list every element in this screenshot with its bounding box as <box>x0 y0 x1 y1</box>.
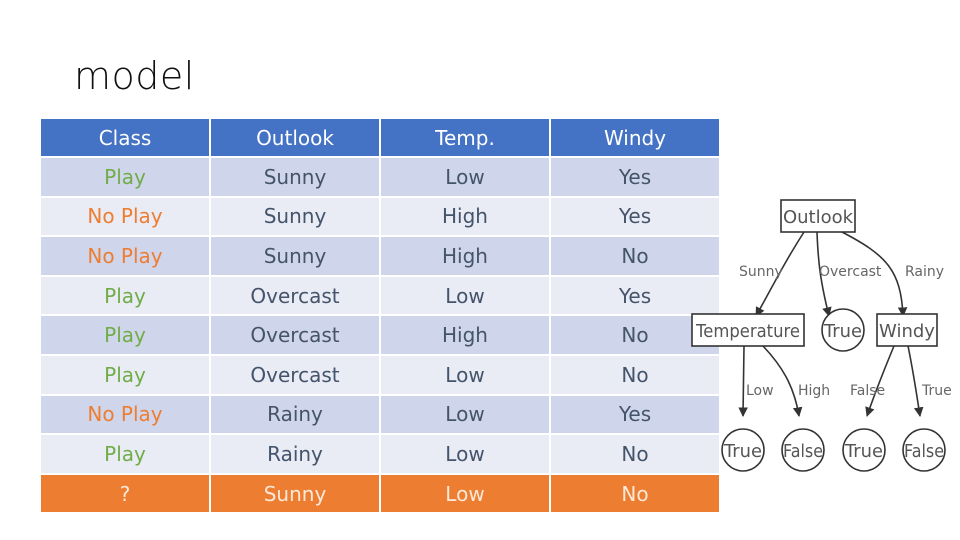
table-header-row: Class Outlook Temp. Windy <box>41 119 719 156</box>
cell-temp: High <box>381 197 549 236</box>
cell-temp: Low <box>381 395 549 434</box>
cell-outlook: Overcast <box>211 276 379 315</box>
weather-table: Class Outlook Temp. Windy Play Sunny Low Ye… <box>39 117 721 514</box>
table-row: Play Overcast High No <box>41 316 719 354</box>
edge-low <box>738 345 748 417</box>
cell-outlook: Overcast <box>211 316 379 354</box>
cell-temp: High <box>381 316 549 354</box>
cell-outlook: Sunny <box>211 158 379 196</box>
cell-temp: Low <box>381 355 549 394</box>
table-row: No Play Sunny High No <box>41 237 719 275</box>
query-cell-outlook: Sunny <box>211 474 379 513</box>
header-outlook: Outlook <box>211 119 379 156</box>
cell-class: Play <box>41 316 209 354</box>
header-class: Class <box>41 119 209 156</box>
table-row: Play Overcast Low Yes <box>41 276 719 315</box>
cell-temp: Low <box>381 158 549 196</box>
edge-true <box>907 345 924 417</box>
query-cell-temp: Low <box>381 474 549 513</box>
leaf-1: True <box>723 441 762 462</box>
node-windy: Windy <box>879 321 935 342</box>
label-sunny: Sunny <box>739 264 783 280</box>
node-outlook: Outlook <box>783 207 854 228</box>
node-true-overcast: True <box>823 321 862 342</box>
cell-class: No Play <box>41 395 209 434</box>
table-row: Play Overcast Low No <box>41 355 719 394</box>
cell-temp: High <box>381 237 549 275</box>
table-row: No Play Rainy Low Yes <box>41 395 719 434</box>
query-cell-class: ? <box>41 474 209 513</box>
edge-false <box>865 345 895 417</box>
cell-outlook: Sunny <box>211 237 379 275</box>
cell-class: No Play <box>41 197 209 236</box>
label-overcast: Overcast <box>819 264 882 280</box>
cell-outlook: Rainy <box>211 395 379 434</box>
leaf-2: False <box>783 441 823 462</box>
label-false: False <box>850 383 885 399</box>
cell-class: Play <box>41 158 209 196</box>
decision-tree: Sunny Overcast Rainy Low High False True… <box>691 199 952 472</box>
label-high: High <box>798 383 830 399</box>
cell-outlook: Sunny <box>211 197 379 236</box>
leaf-4: False <box>904 441 944 462</box>
cell-temp: Low <box>381 276 549 315</box>
cell-outlook: Overcast <box>211 355 379 394</box>
header-windy: Windy <box>551 119 719 156</box>
slide-title: model <box>74 54 195 98</box>
header-temp: Temp. <box>381 119 549 156</box>
label-rainy: Rainy <box>905 264 944 280</box>
query-cell-windy: No <box>551 474 719 513</box>
table-row: No Play Sunny High Yes <box>41 197 719 236</box>
table-row: Play Rainy Low No <box>41 435 719 473</box>
table-row: Play Sunny Low Yes <box>41 158 719 196</box>
query-row: ? Sunny Low No <box>41 474 719 513</box>
label-true: True <box>921 383 952 399</box>
cell-class: Play <box>41 435 209 473</box>
cell-class: Play <box>41 355 209 394</box>
edge-high <box>762 345 803 417</box>
cell-class: No Play <box>41 237 209 275</box>
cell-outlook: Rainy <box>211 435 379 473</box>
cell-class: Play <box>41 276 209 315</box>
cell-temp: Low <box>381 435 549 473</box>
leaf-3: True <box>844 441 883 462</box>
node-temperature: Temperature <box>695 321 800 342</box>
label-low: Low <box>746 383 774 399</box>
